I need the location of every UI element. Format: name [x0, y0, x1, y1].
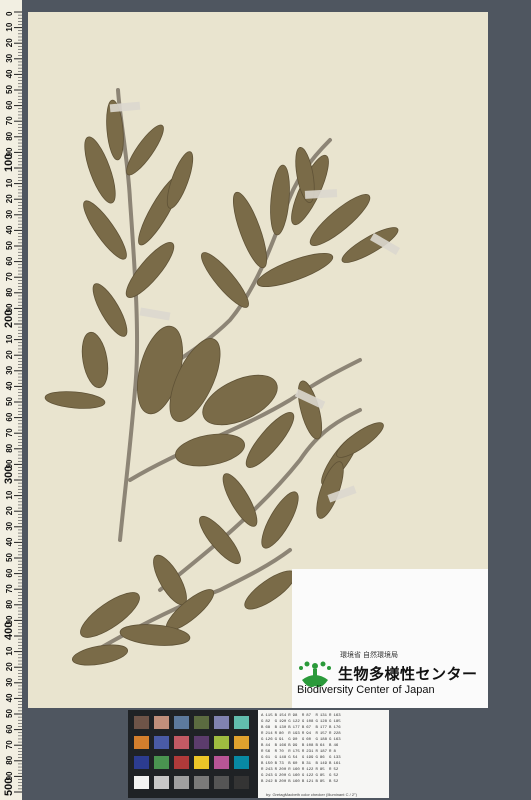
ruler-label: 200 — [3, 310, 15, 328]
ruler-label: 70 — [5, 272, 14, 281]
ruler-label: 60 — [5, 568, 14, 577]
color-swatch — [174, 756, 189, 769]
ruler-label: 30 — [5, 521, 14, 530]
ruler-label: 10 — [5, 646, 14, 655]
color-swatch — [154, 776, 169, 789]
ruler-label: 80 — [5, 443, 14, 452]
ruler-label: 50 — [5, 85, 14, 94]
calibration-cell: 85 — [319, 780, 325, 784]
ruler-label: 500 — [3, 778, 15, 796]
ruler-label: 70 — [5, 428, 14, 437]
calibration-cell: 121 — [306, 780, 314, 784]
color-swatch — [174, 776, 189, 789]
ruler-label: 80 — [5, 131, 14, 140]
ruler-label: 30 — [5, 677, 14, 686]
ruler-ticks: 0102030405060708090100102030405060708090… — [3, 11, 22, 796]
ruler-label: 80 — [5, 599, 14, 608]
ruler-label: 60 — [5, 724, 14, 733]
ruler-label: 10 — [5, 22, 14, 31]
color-swatch — [194, 756, 209, 769]
color-swatch — [234, 756, 249, 769]
color-swatch — [214, 756, 229, 769]
color-swatch — [234, 716, 249, 729]
ruler-label: 70 — [5, 584, 14, 593]
ruler-label: 80 — [5, 287, 14, 296]
color-swatch — [194, 716, 209, 729]
ruler-label: 50 — [5, 241, 14, 250]
ruler-label: 40 — [5, 537, 14, 546]
ruler-label: 50 — [5, 397, 14, 406]
ruler-label: 40 — [5, 693, 14, 702]
calibration-footnote: by: GretagMacbeth color checker (Illumin… — [266, 792, 357, 797]
color-checker-card — [128, 710, 258, 798]
ruler-label: 20 — [5, 662, 14, 671]
ruler-label: 40 — [5, 225, 14, 234]
ruler-label: 30 — [5, 53, 14, 62]
color-swatch — [194, 776, 209, 789]
ruler-label: 100 — [3, 154, 15, 172]
ruler-label: 10 — [5, 334, 14, 343]
calibration-cell: 200 — [279, 780, 287, 784]
color-swatch — [154, 736, 169, 749]
color-swatch — [234, 736, 249, 749]
ruler-label: 70 — [5, 116, 14, 125]
ruler-label: 20 — [5, 350, 14, 359]
calibration-row: B 242 B 200 B 160 B 121 B 85 B 52 — [260, 779, 342, 785]
ruler-label: 10 — [5, 178, 14, 187]
ruler-label: 40 — [5, 381, 14, 390]
ruler-label: 0 — [5, 11, 14, 16]
agency-name: 環境省 自然環境局 — [340, 652, 398, 659]
ruler-label: 60 — [5, 256, 14, 265]
ruler-label: 10 — [5, 490, 14, 499]
color-swatch — [134, 776, 149, 789]
center-name-english: Biodiversity Center of Japan — [297, 684, 435, 696]
color-swatch — [134, 756, 149, 769]
ruler-label: 50 — [5, 553, 14, 562]
color-swatch — [214, 776, 229, 789]
color-swatch — [154, 756, 169, 769]
ruler-label: 60 — [5, 100, 14, 109]
calibration-table: A 115 B 154 R 98 R 87 R 131 R 163 G 82 G 190 G 122 G 108 G 12… — [260, 713, 342, 785]
color-swatch — [154, 716, 169, 729]
color-swatch — [194, 736, 209, 749]
ruler-label: 70 — [5, 740, 14, 749]
ruler-label: 300 — [3, 466, 15, 484]
ruler-label: 20 — [5, 38, 14, 47]
ruler-label: 50 — [5, 709, 14, 718]
measurement-ruler: 0 10 20 30 40 50 60 70 80 90 100 10 20 30 40 50 60 70 80 90… — [0, 0, 22, 800]
ruler-label: 20 — [5, 506, 14, 515]
color-swatch — [214, 716, 229, 729]
ruler-label: 60 — [5, 412, 14, 421]
center-name-japanese: 生物多様性センター — [338, 666, 478, 683]
calibration-values-table: A 115 B 154 R 98 R 87 R 131 R 163 G 82 G 190 G 122 G 108 G 12… — [258, 710, 389, 798]
ruler-label: 80 — [5, 755, 14, 764]
ruler-label: 400 — [3, 622, 15, 640]
ruler-label: 30 — [5, 365, 14, 374]
ruler-label: 20 — [5, 194, 14, 203]
calibration-cell: 242 — [265, 780, 273, 784]
calibration-cell: 160 — [292, 780, 300, 784]
color-swatch — [174, 716, 189, 729]
ruler-label: 30 — [5, 209, 14, 218]
color-swatch — [134, 716, 149, 729]
color-swatch — [234, 776, 249, 789]
ruler-label: 40 — [5, 69, 14, 78]
color-swatch — [134, 736, 149, 749]
calibration-cell: 52 — [333, 780, 339, 784]
color-swatch — [214, 736, 229, 749]
color-swatch — [174, 736, 189, 749]
